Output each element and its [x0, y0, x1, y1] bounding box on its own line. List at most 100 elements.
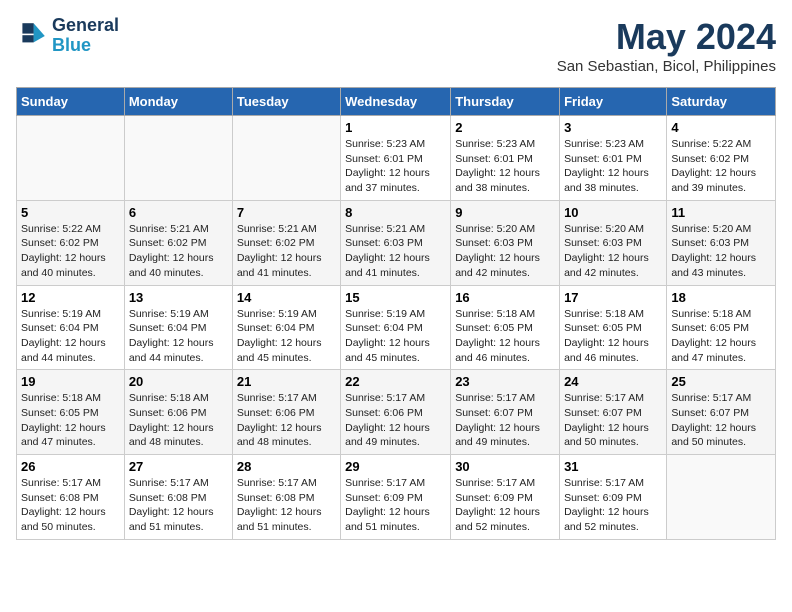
calendar-cell: 19 Sunrise: 5:18 AMSunset: 6:05 PMDayligh…: [17, 370, 125, 455]
day-info: Sunrise: 5:20 AMSunset: 6:03 PMDaylight:…: [455, 222, 555, 281]
day-info: Sunrise: 5:22 AMSunset: 6:02 PMDaylight:…: [21, 222, 120, 281]
day-number: 8: [345, 205, 446, 220]
day-number: 20: [129, 374, 228, 389]
calendar-cell: [124, 116, 232, 201]
weekday-header-saturday: Saturday: [667, 88, 776, 116]
calendar-header: General Blue May 2024 San Sebastian, Bic…: [16, 16, 776, 75]
week-row-4: 19 Sunrise: 5:18 AMSunset: 6:05 PMDayligh…: [17, 370, 776, 455]
calendar-cell: 26 Sunrise: 5:17 AMSunset: 6:08 PMDayligh…: [17, 455, 125, 540]
calendar-cell: 25Sunrise: 5:17 AMSunset: 6:07 PMDayligh…: [667, 370, 776, 455]
calendar-title: May 2024: [557, 16, 776, 58]
calendar-cell: [232, 116, 340, 201]
day-number: 29: [345, 459, 446, 474]
logo-text-blue: Blue: [52, 36, 119, 56]
day-info: Sunrise: 5:17 AMSunset: 6:07 PMDaylight:…: [455, 391, 555, 450]
day-info: Sunrise: 5:23 AMSunset: 6:01 PMDaylight:…: [455, 137, 555, 196]
calendar-cell: 31 Sunrise: 5:17 AMSunset: 6:09 PMDayligh…: [560, 455, 667, 540]
day-info: Sunrise: 5:19 AMSunset: 6:04 PMDaylight:…: [237, 307, 336, 366]
day-number: 14: [237, 290, 336, 305]
calendar-cell: 17 Sunrise: 5:18 AMSunset: 6:05 PMDayligh…: [560, 285, 667, 370]
day-number: 2: [455, 120, 555, 135]
title-block: May 2024 San Sebastian, Bicol, Philippin…: [557, 16, 776, 75]
day-number: 24: [564, 374, 662, 389]
calendar-cell: 23 Sunrise: 5:17 AMSunset: 6:07 PMDayligh…: [451, 370, 560, 455]
calendar-cell: 24 Sunrise: 5:17 AMSunset: 6:07 PMDayligh…: [560, 370, 667, 455]
calendar-table: SundayMondayTuesdayWednesdayThursdayFrid…: [16, 87, 776, 540]
calendar-cell: 11 Sunrise: 5:20 AMSunset: 6:03 PMDayligh…: [667, 200, 776, 285]
weekday-header-row: SundayMondayTuesdayWednesdayThursdayFrid…: [17, 88, 776, 116]
calendar-cell: 7 Sunrise: 5:21 AMSunset: 6:02 PMDaylight…: [232, 200, 340, 285]
day-info: Sunrise: 5:22 AMSunset: 6:02 PMDaylight:…: [671, 137, 771, 196]
day-number: 26: [21, 459, 120, 474]
calendar-cell: [17, 116, 125, 201]
day-number: 6: [129, 205, 228, 220]
calendar-cell: 14 Sunrise: 5:19 AMSunset: 6:04 PMDayligh…: [232, 285, 340, 370]
day-number: 15: [345, 290, 446, 305]
week-row-3: 12Sunrise: 5:19 AMSunset: 6:04 PMDayligh…: [17, 285, 776, 370]
logo: General Blue: [16, 16, 119, 56]
day-number: 18: [671, 290, 771, 305]
calendar-cell: 29 Sunrise: 5:17 AMSunset: 6:09 PMDayligh…: [341, 455, 451, 540]
calendar-cell: 16 Sunrise: 5:18 AMSunset: 6:05 PMDayligh…: [451, 285, 560, 370]
logo-icon: [16, 20, 48, 52]
day-number: 22: [345, 374, 446, 389]
calendar-subtitle: San Sebastian, Bicol, Philippines: [557, 58, 776, 75]
calendar-cell: 4 Sunrise: 5:22 AMSunset: 6:02 PMDaylight…: [667, 116, 776, 201]
day-info: Sunrise: 5:17 AMSunset: 6:08 PMDaylight:…: [21, 476, 120, 535]
day-info: Sunrise: 5:18 AMSunset: 6:05 PMDaylight:…: [455, 307, 555, 366]
day-number: 21: [237, 374, 336, 389]
day-info: Sunrise: 5:23 AMSunset: 6:01 PMDaylight:…: [345, 137, 446, 196]
week-row-5: 26 Sunrise: 5:17 AMSunset: 6:08 PMDayligh…: [17, 455, 776, 540]
calendar-cell: 5 Sunrise: 5:22 AMSunset: 6:02 PMDaylight…: [17, 200, 125, 285]
day-info: Sunrise: 5:23 AMSunset: 6:01 PMDaylight:…: [564, 137, 662, 196]
day-info: Sunrise: 5:20 AMSunset: 6:03 PMDaylight:…: [564, 222, 662, 281]
calendar-cell: 21Sunrise: 5:17 AMSunset: 6:06 PMDayligh…: [232, 370, 340, 455]
day-info: Sunrise: 5:17 AMSunset: 6:07 PMDaylight:…: [564, 391, 662, 450]
day-info: Sunrise: 5:19 AMSunset: 6:04 PMDaylight:…: [129, 307, 228, 366]
calendar-cell: 27Sunrise: 5:17 AMSunset: 6:08 PMDayligh…: [124, 455, 232, 540]
calendar-cell: 18 Sunrise: 5:18 AMSunset: 6:05 PMDayligh…: [667, 285, 776, 370]
calendar-cell: 10Sunrise: 5:20 AMSunset: 6:03 PMDayligh…: [560, 200, 667, 285]
day-info: Sunrise: 5:17 AMSunset: 6:09 PMDaylight:…: [345, 476, 446, 535]
day-info: Sunrise: 5:17 AMSunset: 6:09 PMDaylight:…: [564, 476, 662, 535]
weekday-header-wednesday: Wednesday: [341, 88, 451, 116]
day-number: 31: [564, 459, 662, 474]
calendar-cell: [667, 455, 776, 540]
day-number: 16: [455, 290, 555, 305]
day-number: 5: [21, 205, 120, 220]
day-number: 19: [21, 374, 120, 389]
day-number: 11: [671, 205, 771, 220]
day-info: Sunrise: 5:21 AMSunset: 6:03 PMDaylight:…: [345, 222, 446, 281]
day-number: 7: [237, 205, 336, 220]
day-info: Sunrise: 5:18 AMSunset: 6:06 PMDaylight:…: [129, 391, 228, 450]
day-number: 23: [455, 374, 555, 389]
calendar-cell: 1Sunrise: 5:23 AMSunset: 6:01 PMDaylight…: [341, 116, 451, 201]
calendar-cell: 3 Sunrise: 5:23 AMSunset: 6:01 PMDaylight…: [560, 116, 667, 201]
calendar-cell: 2 Sunrise: 5:23 AMSunset: 6:01 PMDaylight…: [451, 116, 560, 201]
day-info: Sunrise: 5:18 AMSunset: 6:05 PMDaylight:…: [564, 307, 662, 366]
day-number: 3: [564, 120, 662, 135]
day-info: Sunrise: 5:21 AMSunset: 6:02 PMDaylight:…: [237, 222, 336, 281]
day-info: Sunrise: 5:19 AMSunset: 6:04 PMDaylight:…: [345, 307, 446, 366]
calendar-cell: 30Sunrise: 5:17 AMSunset: 6:09 PMDayligh…: [451, 455, 560, 540]
day-info: Sunrise: 5:18 AMSunset: 6:05 PMDaylight:…: [671, 307, 771, 366]
calendar-cell: 22 Sunrise: 5:17 AMSunset: 6:06 PMDayligh…: [341, 370, 451, 455]
calendar-cell: 9 Sunrise: 5:20 AMSunset: 6:03 PMDaylight…: [451, 200, 560, 285]
calendar-cell: 20 Sunrise: 5:18 AMSunset: 6:06 PMDayligh…: [124, 370, 232, 455]
day-number: 4: [671, 120, 771, 135]
day-info: Sunrise: 5:17 AMSunset: 6:06 PMDaylight:…: [345, 391, 446, 450]
day-number: 17: [564, 290, 662, 305]
weekday-header-friday: Friday: [560, 88, 667, 116]
day-info: Sunrise: 5:19 AMSunset: 6:04 PMDaylight:…: [21, 307, 120, 366]
day-number: 9: [455, 205, 555, 220]
day-info: Sunrise: 5:18 AMSunset: 6:05 PMDaylight:…: [21, 391, 120, 450]
day-info: Sunrise: 5:17 AMSunset: 6:08 PMDaylight:…: [129, 476, 228, 535]
day-info: Sunrise: 5:20 AMSunset: 6:03 PMDaylight:…: [671, 222, 771, 281]
day-info: Sunrise: 5:21 AMSunset: 6:02 PMDaylight:…: [129, 222, 228, 281]
weekday-header-thursday: Thursday: [451, 88, 560, 116]
day-number: 13: [129, 290, 228, 305]
day-number: 30: [455, 459, 555, 474]
week-row-1: 1Sunrise: 5:23 AMSunset: 6:01 PMDaylight…: [17, 116, 776, 201]
calendar-cell: 28Sunrise: 5:17 AMSunset: 6:08 PMDayligh…: [232, 455, 340, 540]
day-number: 25: [671, 374, 771, 389]
